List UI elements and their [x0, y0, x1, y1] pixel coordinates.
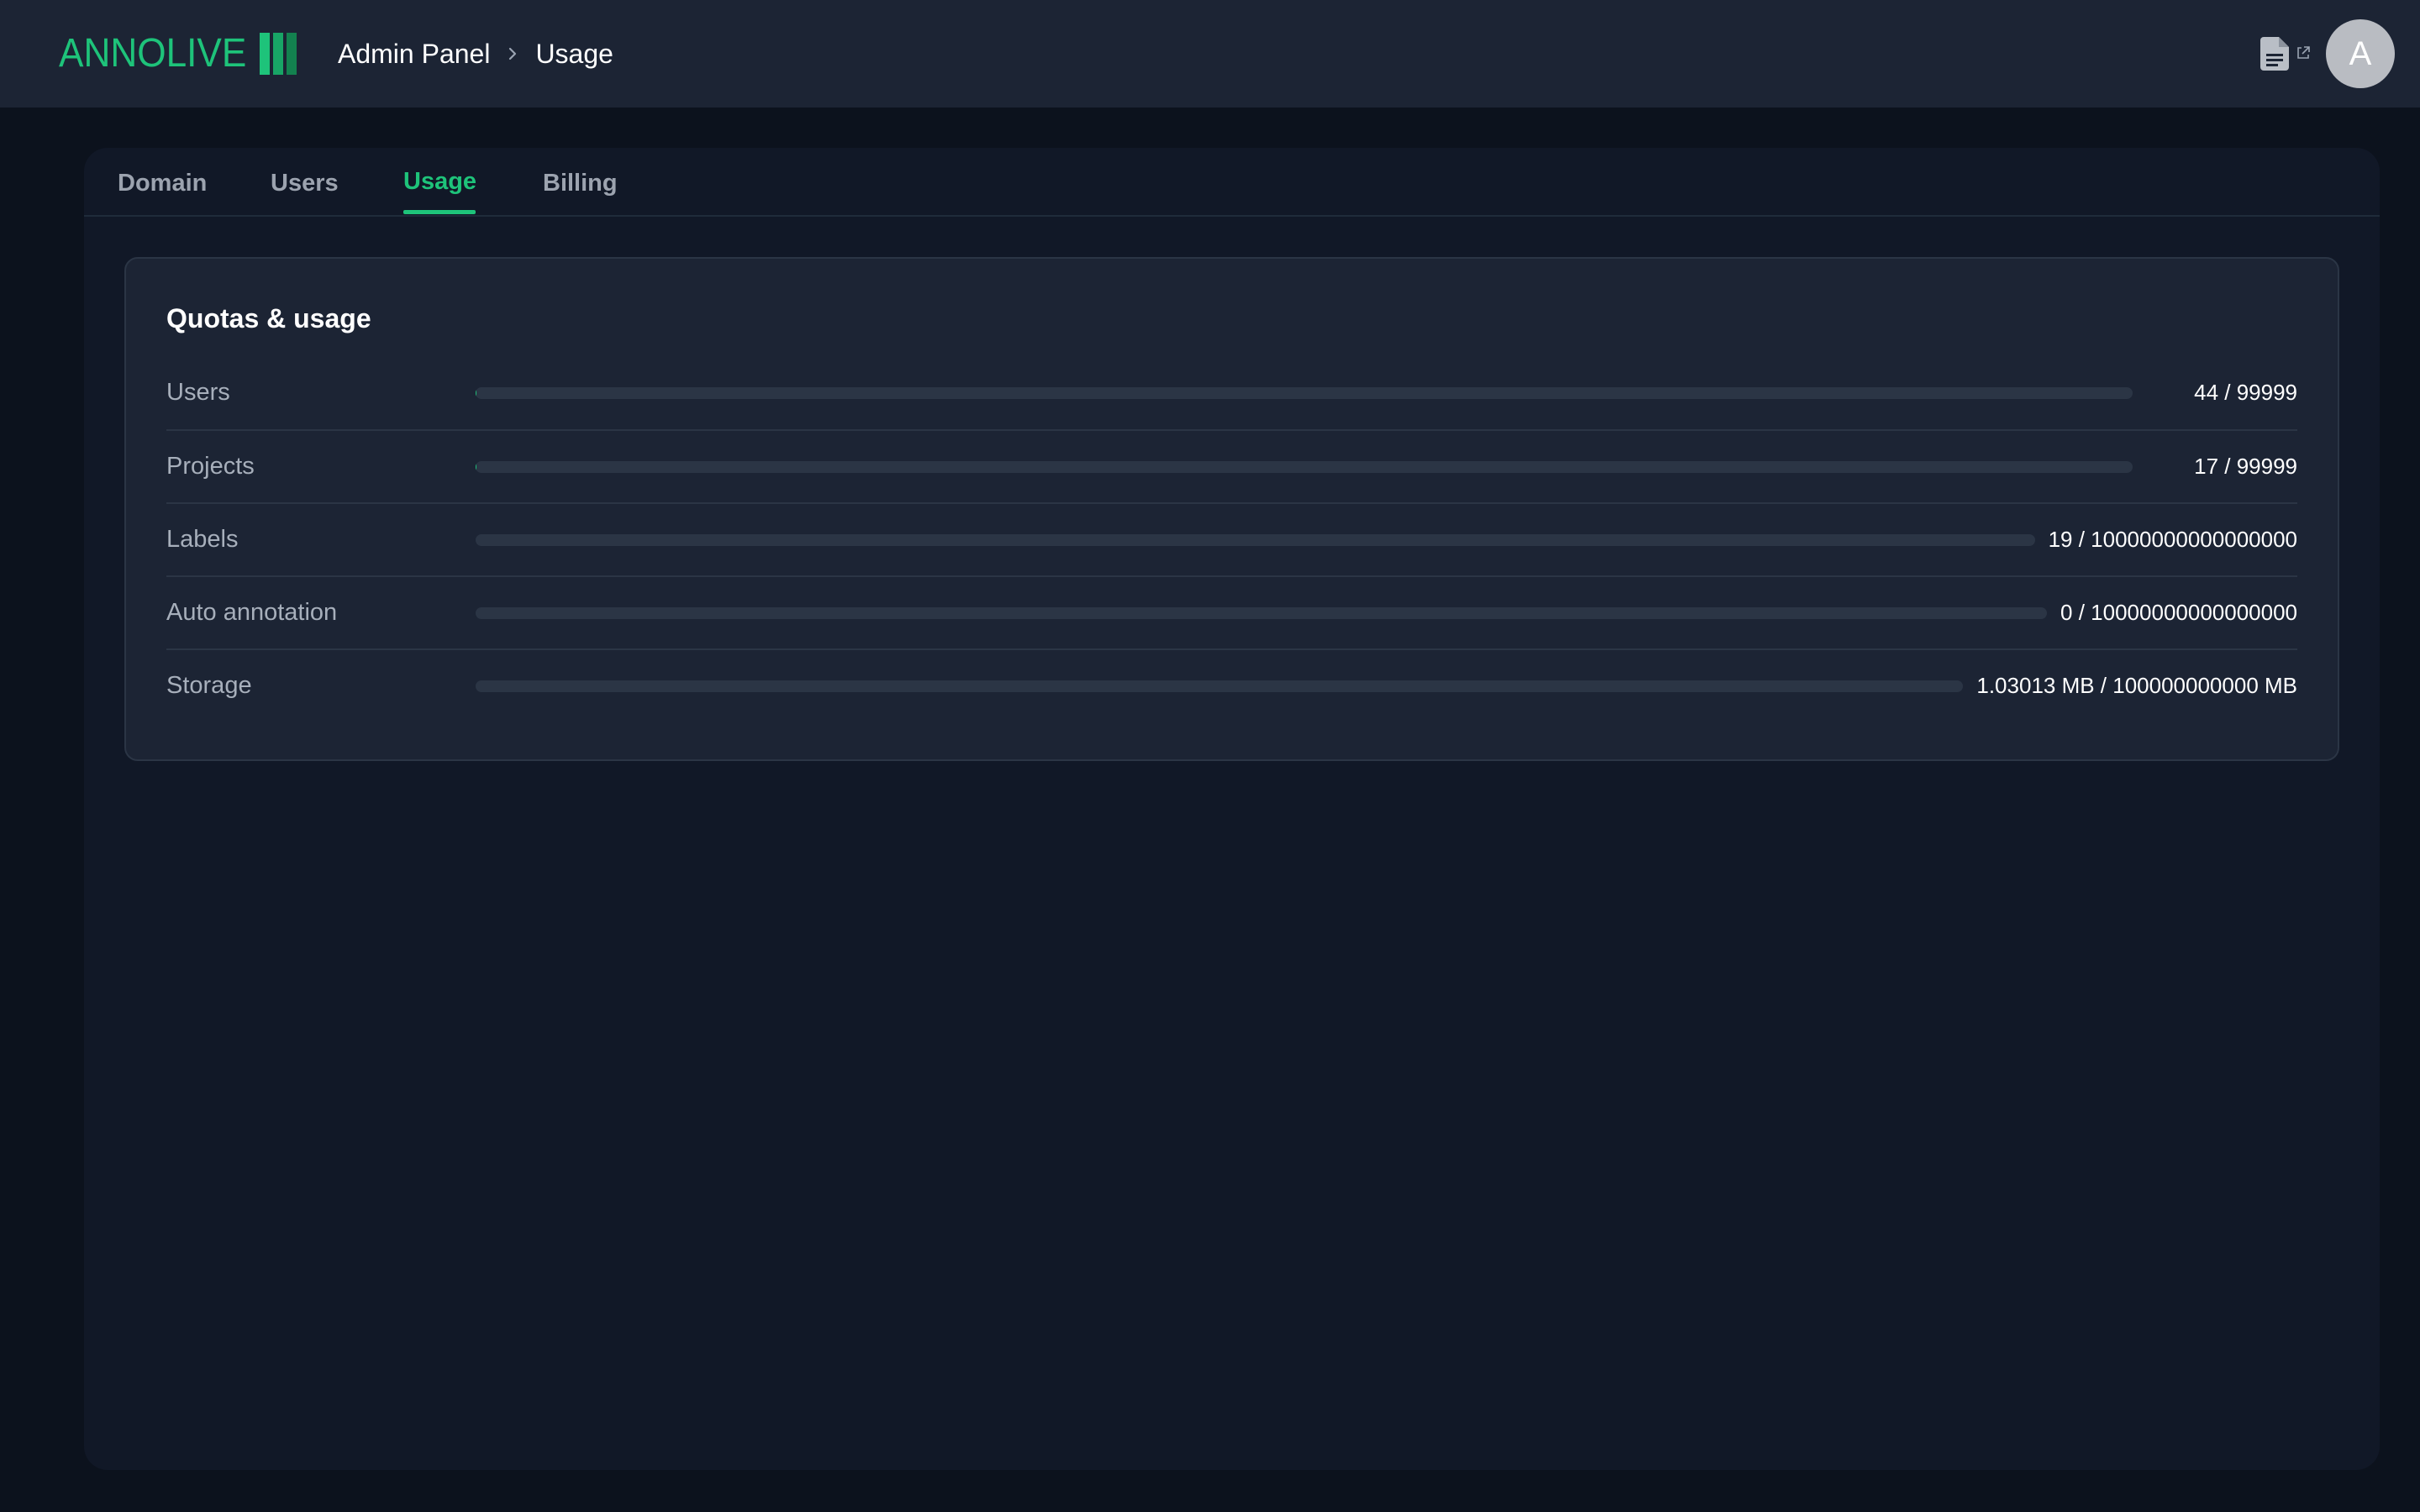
- quota-progress-bar: [476, 680, 1964, 692]
- external-link-icon: [2297, 46, 2310, 59]
- quota-progress-bar: [476, 533, 2035, 546]
- top-bar: ANNOLIVE Admin Panel Usage A: [0, 0, 2420, 108]
- top-actions: A: [2260, 18, 2395, 89]
- breadcrumb-usage: Usage: [535, 38, 613, 69]
- logo-bars-icon: [259, 33, 297, 75]
- quota-progress-bar: [476, 460, 2133, 473]
- quota-label: Labels: [166, 526, 239, 553]
- chevron-right-icon: [507, 45, 518, 62]
- documentation-link[interactable]: [2260, 37, 2311, 71]
- tab-billing[interactable]: Billing: [543, 166, 618, 200]
- quota-row: Projects 17 / 99999: [166, 429, 2297, 502]
- quota-row: Storage 1.03013 MB / 100000000000 MB: [166, 648, 2297, 722]
- logo-text: ANNOLIVE: [59, 31, 247, 76]
- quota-label: Storage: [166, 672, 252, 699]
- quota-value: 19 / 10000000000000000: [2048, 527, 2297, 552]
- tab-usage[interactable]: Usage: [403, 165, 476, 198]
- document-icon: [2260, 37, 2289, 71]
- tab-bar: Domain Users Usage Billing: [84, 148, 2380, 217]
- quota-label: Users: [166, 379, 230, 406]
- quotas-list: Users 44 / 99999 Projects 17 / 99999 Labels 1…: [166, 356, 2297, 722]
- quotas-card: Quotas & usage Users 44 / 99999 Projects 17…: [124, 257, 2339, 761]
- annolive-logo[interactable]: ANNOLIVE: [59, 29, 297, 79]
- quota-label: Auto annotation: [166, 599, 338, 626]
- tab-domain[interactable]: Domain: [118, 166, 207, 200]
- quota-value: 1.03013 MB / 100000000000 MB: [1976, 673, 2297, 698]
- quota-progress-bar: [476, 606, 2048, 619]
- quota-value: 44 / 99999: [2194, 380, 2297, 405]
- quota-progress-bar: [476, 386, 2133, 399]
- admin-panel: Domain Users Usage Billing Quotas & usag…: [84, 148, 2380, 1470]
- quota-label: Projects: [166, 453, 255, 480]
- quota-value: 0 / 10000000000000000: [2060, 600, 2297, 625]
- quota-value: 17 / 99999: [2194, 454, 2297, 479]
- user-avatar[interactable]: A: [2326, 19, 2395, 88]
- breadcrumb-admin-panel[interactable]: Admin Panel: [338, 39, 490, 70]
- quota-row: Users 44 / 99999: [166, 356, 2297, 429]
- active-tab-indicator: [403, 210, 476, 214]
- breadcrumb: Admin Panel Usage: [338, 34, 613, 74]
- tab-users[interactable]: Users: [271, 166, 339, 200]
- quota-row: Auto annotation 0 / 10000000000000000: [166, 575, 2297, 648]
- quota-row: Labels 19 / 10000000000000000: [166, 502, 2297, 575]
- quotas-title: Quotas & usage: [166, 303, 371, 333]
